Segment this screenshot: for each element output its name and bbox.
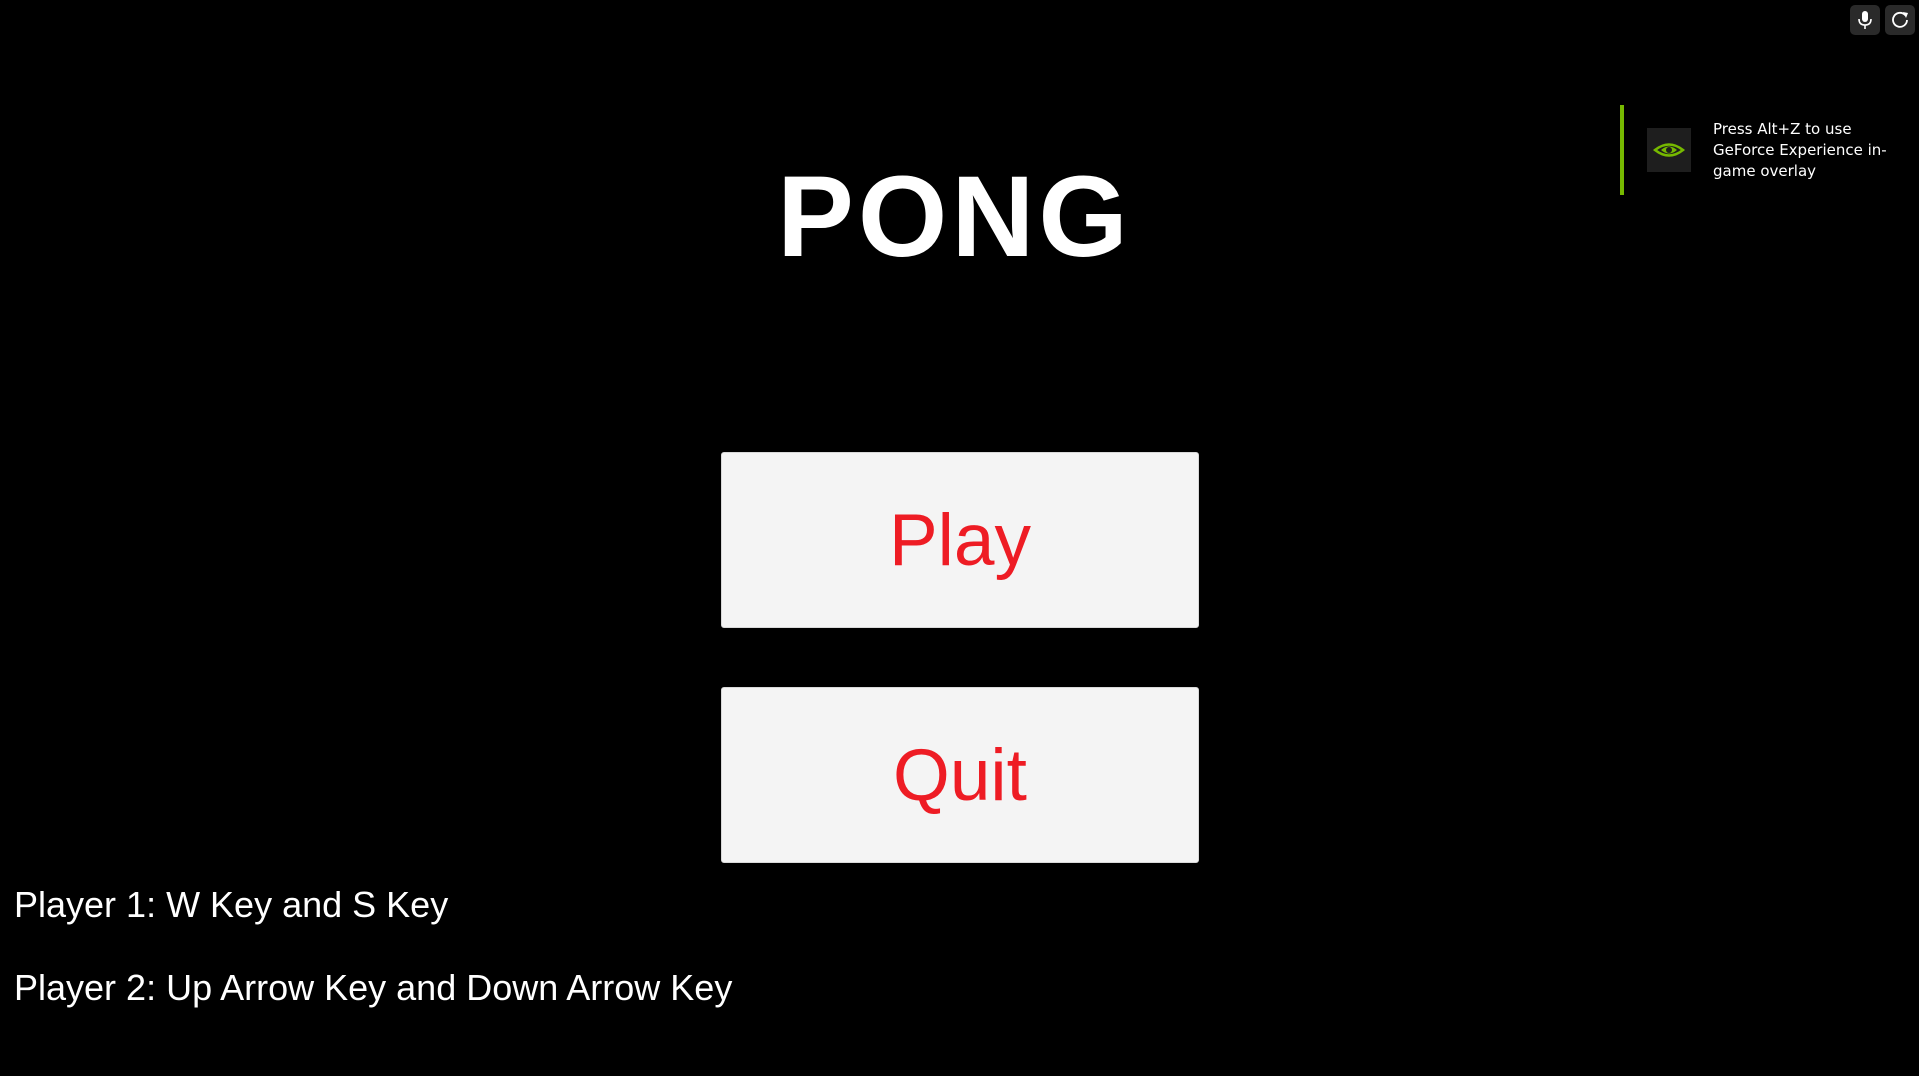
notification-text: Press Alt+Z to use GeForce Experience in… bbox=[1713, 120, 1887, 180]
geforce-notification: Press Alt+Z to use GeForce Experience in… bbox=[1620, 105, 1919, 195]
quit-button[interactable]: Quit bbox=[721, 687, 1199, 863]
refresh-icon bbox=[1892, 11, 1908, 28]
microphone-widget[interactable] bbox=[1850, 5, 1880, 35]
refresh-widget[interactable] bbox=[1885, 5, 1915, 35]
nvidia-logo-icon bbox=[1647, 128, 1691, 172]
quit-button-label: Quit bbox=[893, 734, 1027, 816]
notification-accent-bar bbox=[1620, 105, 1624, 195]
microphone-icon bbox=[1858, 11, 1872, 29]
play-button-label: Play bbox=[888, 499, 1031, 581]
player2-controls-text: Player 2: Up Arrow Key and Down Arrow Ke… bbox=[14, 967, 733, 1008]
player1-controls-text: Player 1: W Key and S Key bbox=[14, 884, 449, 925]
play-button[interactable]: Play bbox=[721, 452, 1199, 628]
